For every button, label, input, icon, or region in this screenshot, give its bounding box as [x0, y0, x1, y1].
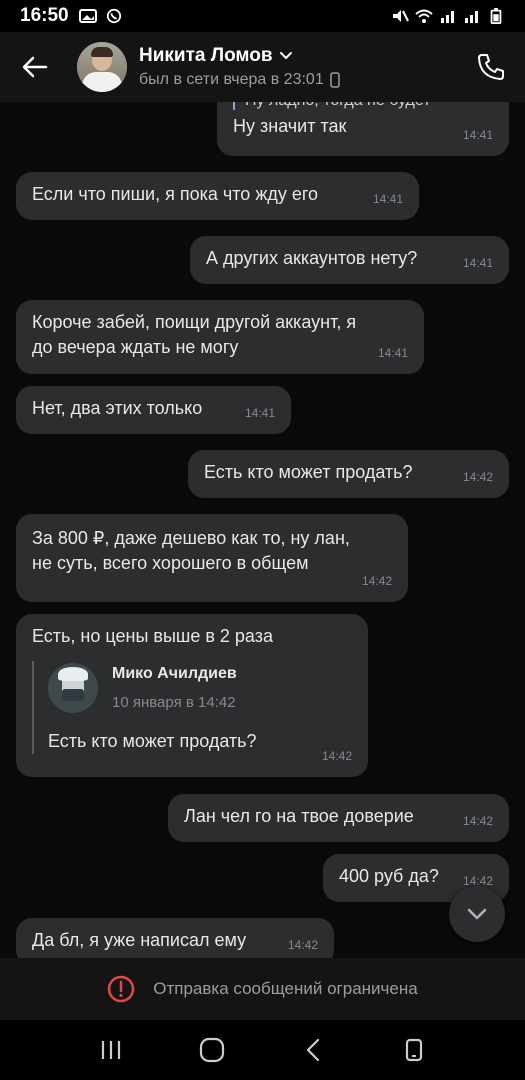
- keyboard-toggle-button[interactable]: [394, 1030, 434, 1070]
- message-bubble-incoming[interactable]: Нет, два этих только 14:41: [16, 386, 291, 434]
- message-text: Ну значит так: [233, 116, 347, 136]
- message-time: 14:42: [462, 470, 493, 484]
- contact-info[interactable]: Никита Ломов был в сети вчера в 23:01: [139, 45, 340, 89]
- message-time: 14:41: [462, 128, 493, 142]
- gallery-icon: [78, 9, 97, 23]
- message-text-line-2: не суть, всего хорошего в общем: [32, 553, 309, 573]
- chat-header: Никита Ломов был в сети вчера в 23:01: [0, 32, 525, 102]
- battery-icon: [490, 8, 502, 24]
- message-bubble-incoming[interactable]: Короче забей, поищи другой аккаунт, я до…: [16, 300, 424, 374]
- message-time: 14:41: [377, 346, 408, 360]
- forward-date: 10 января в 14:42: [112, 694, 236, 711]
- message-bubble-incoming[interactable]: Если что пиши, я пока что жду его 14:41: [16, 172, 419, 220]
- mute-icon: [393, 10, 409, 22]
- message-bubble-incoming[interactable]: Да бл, я уже написал ему 14:42: [16, 918, 334, 958]
- back-chevron-icon: [307, 1038, 320, 1062]
- scroll-to-bottom-button[interactable]: [449, 886, 505, 942]
- composer-restricted-bar: Отправка сообщений ограничена: [0, 958, 525, 1020]
- home-button[interactable]: [192, 1030, 232, 1070]
- wifi-icon: [415, 9, 433, 23]
- back-button[interactable]: [0, 32, 70, 102]
- phone-icon: [478, 54, 504, 80]
- recent-apps-button[interactable]: [91, 1030, 131, 1070]
- message-bubble-outgoing[interactable]: Лан чел го на твое доверие 14:42: [168, 794, 509, 842]
- recent-apps-icon: [101, 1041, 120, 1059]
- message-text: 400 руб да?: [339, 866, 439, 886]
- message-bubble-outgoing[interactable]: Ну ладно, тогда не будет Ну значит так 1…: [217, 102, 509, 156]
- contact-name: Никита Ломов: [139, 45, 273, 66]
- last-seen-status: был в сети вчера в 23:01: [139, 71, 324, 88]
- message-time: 14:41: [372, 192, 403, 206]
- back-nav-button[interactable]: [293, 1030, 333, 1070]
- message-time: 14:42: [462, 814, 493, 828]
- message-text: А других аккаунтов нету?: [206, 248, 418, 268]
- restricted-message: Отправка сообщений ограничена: [153, 979, 418, 998]
- message-text-line-1: За 800 ₽, даже дешево как то, ну лан,: [32, 528, 350, 548]
- message-text-line-2: до вечера ждать не могу: [32, 337, 239, 357]
- alert-icon: [108, 975, 135, 1003]
- message-time: 14:42: [361, 574, 392, 588]
- message-text: Нет, два этих только: [32, 398, 203, 418]
- status-bar: 16:50: [0, 0, 525, 32]
- call-button[interactable]: [473, 49, 509, 85]
- message-bubble-incoming-with-forward[interactable]: Есть, но цены выше в 2 раза Мико Ачилдие…: [16, 614, 368, 777]
- home-icon: [199, 1037, 224, 1063]
- message-bubble-incoming[interactable]: За 800 ₽, даже дешево как то, ну лан, не…: [16, 514, 408, 602]
- signal-icon: [441, 11, 454, 23]
- contact-avatar[interactable]: [77, 42, 127, 92]
- mobile-device-icon: [329, 72, 340, 88]
- forward-author-name[interactable]: Мико Ачилдиев: [112, 661, 237, 686]
- message-bubble-outgoing[interactable]: Есть кто может продать? 14:42: [188, 450, 509, 498]
- forward-author-avatar[interactable]: [48, 663, 98, 713]
- message-list[interactable]: Ну ладно, тогда не будет Ну значит так 1…: [0, 102, 525, 958]
- whatsapp-icon: [106, 8, 121, 24]
- phone-outline-icon: [406, 1038, 423, 1062]
- quoted-fragment: Ну ладно, тогда не будет: [233, 102, 493, 110]
- system-navigation-bar: [0, 1020, 525, 1080]
- message-text-line-1: Короче забей, поищи другой аккаунт, я: [32, 312, 357, 332]
- message-time: 14:41: [244, 406, 275, 420]
- message-time: 14:42: [287, 938, 318, 952]
- message-text: Да бл, я уже написал ему: [32, 930, 247, 950]
- chevron-down-icon: [279, 52, 292, 60]
- message-text: Есть, но цены выше в 2 раза: [32, 626, 273, 646]
- chevron-down-icon: [467, 908, 487, 920]
- message-text: Если что пиши, я пока что жду его: [32, 184, 319, 204]
- message-time: 14:41: [462, 256, 493, 270]
- status-time: 16:50: [20, 5, 69, 26]
- back-arrow-icon: [22, 56, 48, 78]
- signal-icon-2: [465, 11, 478, 23]
- forwarded-message[interactable]: Мико Ачилдиев 10 января в 14:42 Есть кто…: [32, 661, 352, 754]
- forward-text: Есть кто может продать?: [48, 731, 257, 751]
- message-text: Есть кто может продать?: [204, 462, 413, 482]
- message-bubble-outgoing[interactable]: А других аккаунтов нету? 14:41: [190, 236, 509, 284]
- message-time: 14:42: [321, 749, 352, 763]
- message-text: Лан чел го на твое доверие: [184, 806, 414, 826]
